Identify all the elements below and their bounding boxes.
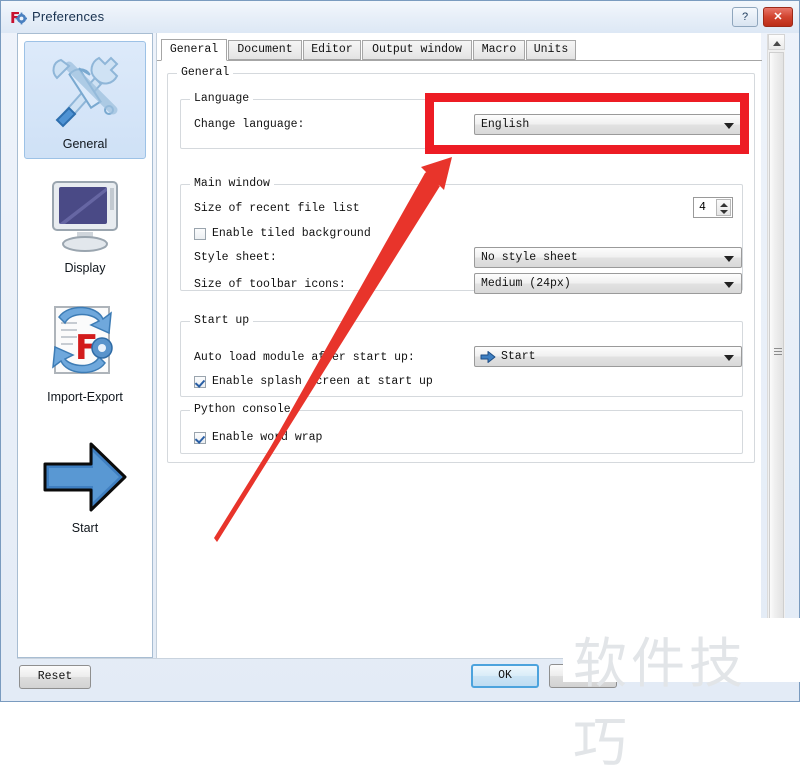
language-groupbox-title: Language (190, 92, 254, 105)
python-console-groupbox-title: Python console (190, 403, 295, 416)
tab-units[interactable]: Units (526, 40, 576, 60)
reset-button[interactable]: Reset (19, 665, 91, 689)
style-sheet-combobox[interactable]: No style sheet (474, 247, 742, 268)
main-window-groupbox: Main window Size of recent file list 4 E… (180, 177, 743, 294)
chevron-down-icon (724, 355, 734, 361)
change-language-combobox[interactable]: English (474, 114, 742, 135)
tools-icon (25, 48, 145, 135)
toolbar-icons-label: Size of toolbar icons: (194, 278, 346, 291)
sidebar-item-import-export[interactable]: F Import-Export (24, 292, 146, 422)
preferences-panel: General Document Editor Output window Ma… (156, 33, 762, 658)
spinner-up-icon[interactable] (720, 203, 728, 207)
main-window-groupbox-title: Main window (190, 177, 274, 190)
toolbar-icons-combobox[interactable]: Medium (24px) (474, 273, 742, 294)
chevron-down-icon (724, 282, 734, 288)
close-icon[interactable]: ✕ (763, 7, 793, 27)
window-title: Preferences (32, 9, 105, 24)
tab-macro[interactable]: Macro (473, 40, 525, 60)
general-groupbox-title: General (177, 66, 234, 79)
monitor-icon (25, 176, 145, 259)
general-groupbox: General Language Change language: Englis… (167, 66, 755, 463)
vertical-scrollbar[interactable] (767, 34, 785, 658)
style-sheet-value: No style sheet (481, 251, 578, 264)
sidebar-item-general[interactable]: General (24, 41, 146, 159)
checkbox-box[interactable] (194, 228, 206, 240)
chevron-down-icon (724, 123, 734, 129)
sidebar-item-label: Start (71, 521, 99, 535)
scrollbar-grip-icon (774, 348, 782, 356)
preferences-window: F Preferences ? ✕ General Display F Impo… (0, 0, 800, 774)
toolbar-icons-value: Medium (24px) (481, 277, 571, 290)
tab-document[interactable]: Document (228, 40, 302, 60)
import-export-icon: F (25, 299, 145, 388)
recent-file-list-label: Size of recent file list (194, 202, 360, 215)
auto-load-label: Auto load module after start up: (194, 351, 415, 364)
help-button[interactable]: ? (732, 7, 758, 27)
chevron-down-icon (724, 256, 734, 262)
sidebar-item-label: Import-Export (47, 390, 123, 404)
auto-load-value: Start (501, 350, 536, 363)
change-language-label: Change language: (194, 118, 305, 131)
language-groupbox: Language Change language: English (180, 92, 743, 149)
checkbox-box[interactable] (194, 376, 206, 388)
ok-button[interactable]: OK (471, 664, 539, 688)
blue-arrow-icon (480, 350, 496, 367)
spinner-down-icon[interactable] (720, 210, 728, 214)
style-sheet-label: Style sheet: (194, 251, 277, 264)
checkbox-box[interactable] (194, 432, 206, 444)
sidebar-item-display[interactable]: Display (24, 169, 146, 284)
freecad-icon: F (10, 9, 28, 27)
sidebar-item-start[interactable]: Start (24, 431, 146, 543)
tab-editor[interactable]: Editor (303, 40, 361, 60)
start-up-groupbox: Start up Auto load module after start up… (180, 314, 743, 397)
scrollbar-up-button[interactable] (768, 34, 785, 50)
tiled-background-label: Enable tiled background (212, 227, 371, 240)
sidebar-item-label: General (62, 137, 108, 151)
spinner-buttons[interactable] (716, 199, 731, 216)
auto-load-combobox[interactable]: Start (474, 346, 742, 367)
change-language-value: English (481, 118, 530, 131)
blue-arrow-icon (25, 438, 145, 519)
scrollbar-thumb[interactable] (769, 52, 784, 652)
title-bar: F Preferences ? ✕ (1, 1, 799, 33)
tab-bar: General Document Editor Output window Ma… (157, 39, 762, 61)
watermark-text: 软件技巧 (573, 632, 747, 774)
sidebar-item-label: Display (64, 261, 106, 275)
preferences-sidebar: General Display F Import-Export Start (17, 33, 153, 658)
tab-underline (157, 60, 762, 61)
splash-screen-label: Enable splash screen at start up (212, 375, 433, 388)
start-up-groupbox-title: Start up (190, 314, 254, 327)
tab-general[interactable]: General (161, 39, 227, 61)
word-wrap-label: Enable word wrap (212, 431, 323, 444)
recent-file-list-value: 4 (699, 201, 706, 214)
recent-file-list-spinner[interactable]: 4 (693, 197, 733, 218)
python-console-groupbox: Python console Enable word wrap (180, 403, 743, 454)
tab-output-window[interactable]: Output window (362, 40, 472, 60)
